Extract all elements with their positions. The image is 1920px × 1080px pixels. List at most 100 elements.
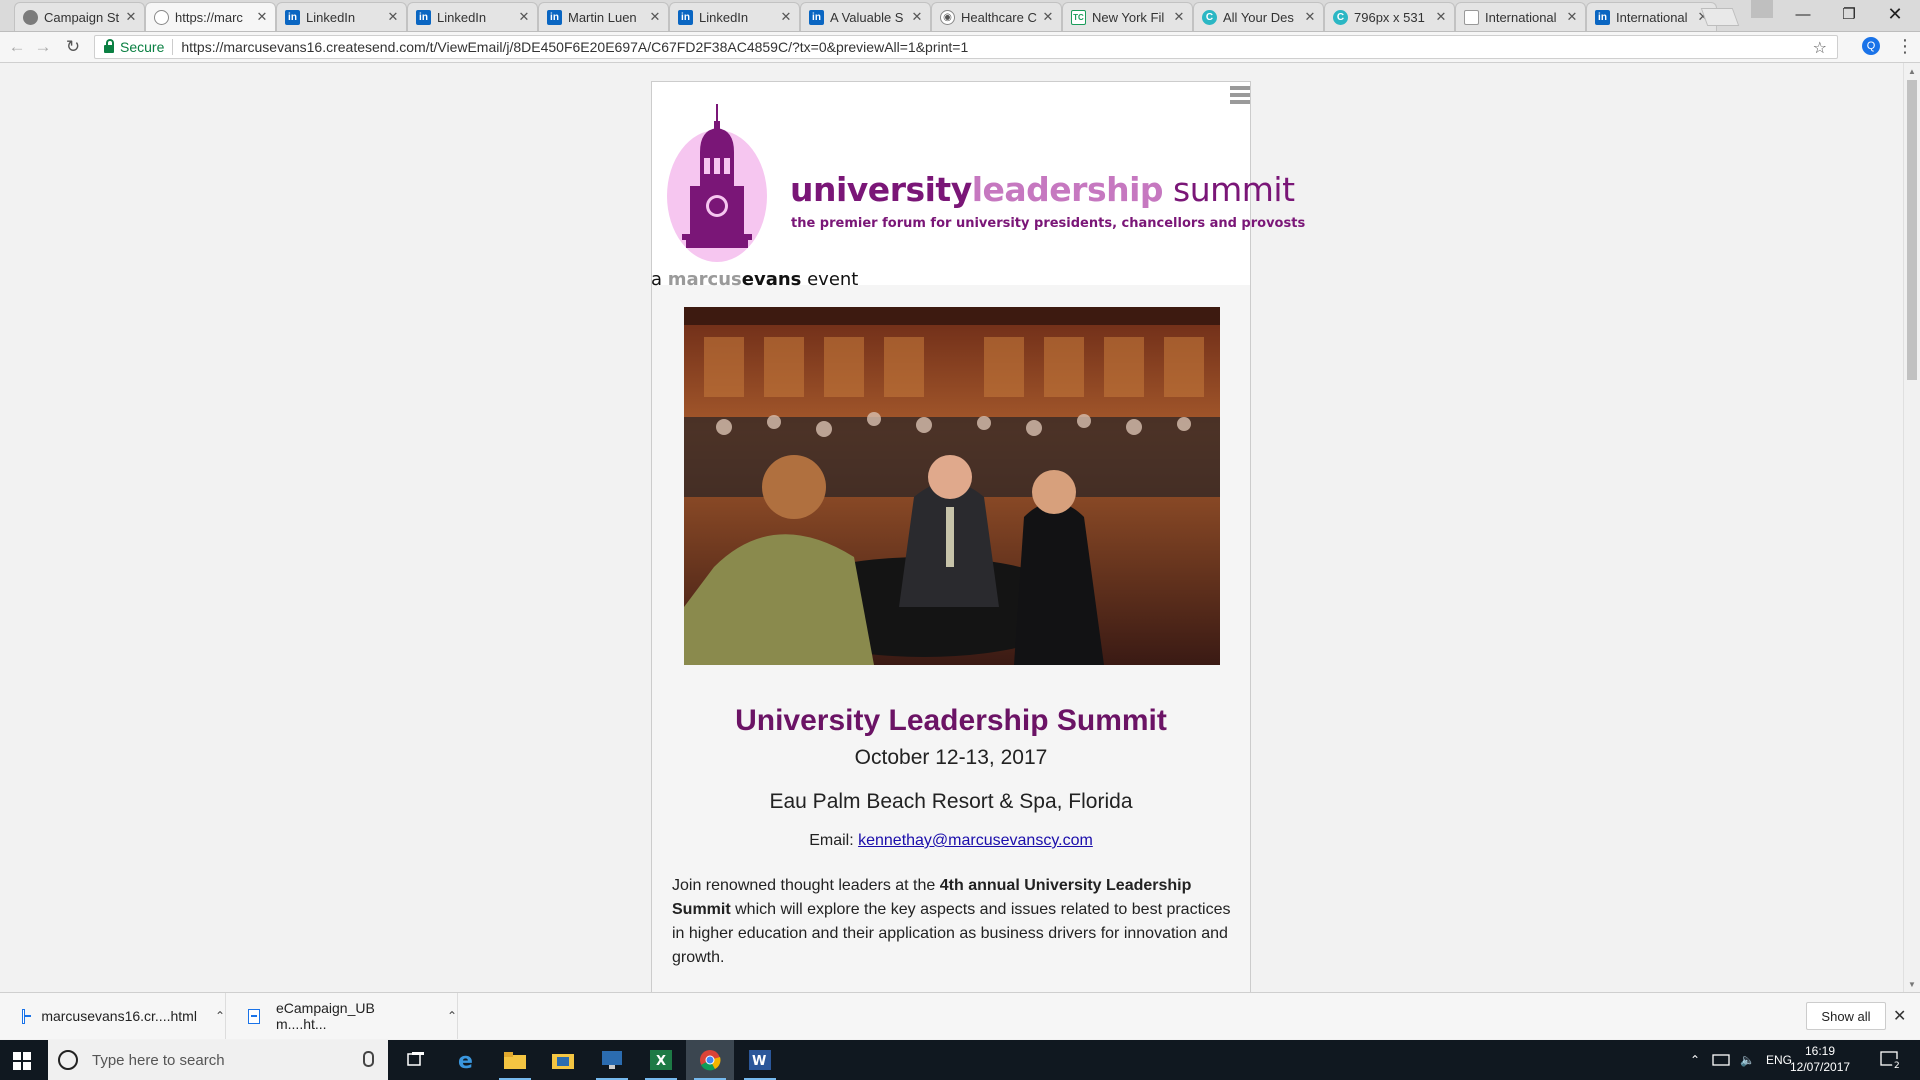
secure-label: Secure [120, 39, 165, 55]
clock-tower-logo-icon [667, 104, 767, 262]
chevron-up-icon[interactable]: ⌃ [447, 1009, 457, 1023]
browser-tab[interactable]: C All Your Des ✕ [1193, 2, 1324, 31]
windows-taskbar: Type here to search e X W ⌃ 🔈 ENG 16:19 … [0, 1040, 1920, 1080]
close-tab-icon[interactable]: ✕ [648, 9, 662, 25]
close-tab-icon[interactable]: ✕ [124, 9, 138, 25]
browser-tab[interactable]: in A Valuable S ✕ [800, 2, 931, 31]
email-preview: universityleadership summit the premier … [651, 81, 1305, 992]
url-text[interactable]: https://marcusevans16.createsend.com/t/V… [181, 39, 968, 55]
tab-label: LinkedIn [306, 9, 356, 25]
email-label: Email: [809, 832, 859, 849]
linkedin-icon: in [416, 9, 431, 25]
scroll-up-icon[interactable]: ▲ [1904, 63, 1920, 79]
download-name: marcusevans16.cr....html [41, 1008, 197, 1024]
minimize-icon[interactable]: — [1780, 0, 1826, 28]
bookmark-star-icon[interactable]: ☆ [1813, 38, 1827, 58]
tab-label: All Your Des [1223, 9, 1294, 25]
summit-tagline: the premier forum for university preside… [791, 216, 1306, 231]
tab-label: International [1616, 9, 1688, 25]
download-item[interactable]: marcusevans16.cr....html ⌃ [0, 993, 226, 1039]
edge-icon[interactable]: e [443, 1040, 491, 1080]
taskbar-search[interactable]: Type here to search [48, 1040, 388, 1080]
close-tab-icon[interactable]: ✕ [779, 9, 793, 25]
taskbar-clock[interactable]: 16:19 12/07/2017 [1790, 1043, 1850, 1075]
back-icon[interactable]: ← [6, 36, 28, 58]
close-downloads-icon[interactable]: ✕ [1893, 1006, 1906, 1026]
outlook-folder-icon[interactable] [539, 1040, 587, 1080]
organizer-line: a marcusevans event [651, 269, 858, 290]
browser-tab[interactable]: International ✕ [1455, 2, 1586, 31]
close-tab-icon[interactable]: ✕ [1303, 9, 1317, 25]
close-tab-icon[interactable]: ✕ [386, 9, 400, 25]
close-tab-icon[interactable]: ✕ [255, 9, 269, 25]
networking-photo [684, 307, 1220, 665]
new-tab-button[interactable] [1700, 8, 1740, 26]
remote-desktop-icon[interactable] [588, 1040, 636, 1080]
close-tab-icon[interactable]: ✕ [910, 9, 924, 25]
download-item[interactable]: eCampaign_UB m....ht... ⌃ [226, 993, 458, 1039]
organizer-brand-marcus: marcus [667, 269, 742, 290]
close-tab-icon[interactable]: ✕ [1172, 9, 1186, 25]
notification-count: 2 [1894, 1061, 1900, 1070]
wordmark-university: university [790, 170, 972, 209]
campaign-monitor-icon [23, 9, 38, 25]
browser-tab[interactable]: in LinkedIn ✕ [407, 2, 538, 31]
extension-icon[interactable]: Q [1862, 37, 1880, 55]
linkedin-icon: in [1595, 9, 1610, 25]
browser-tab[interactable]: https://marc ✕ [145, 2, 276, 31]
svg-text:e: e [458, 1049, 473, 1071]
address-bar[interactable]: Secure https://marcusevans16.createsend.… [94, 35, 1838, 59]
word-icon[interactable]: W [736, 1040, 784, 1080]
organizer-suffix: event [801, 269, 859, 290]
browser-tab[interactable]: in LinkedIn ✕ [276, 2, 407, 31]
close-tab-icon[interactable]: ✕ [517, 9, 531, 25]
windows-start-icon[interactable] [13, 1052, 31, 1070]
linkedin-icon: in [285, 9, 300, 25]
menu-icon[interactable] [1230, 86, 1250, 110]
action-center-icon[interactable]: 2 [1880, 1040, 1902, 1080]
maximize-icon[interactable]: ❐ [1826, 0, 1872, 28]
organizer-prefix: a [651, 269, 668, 290]
microphone-icon[interactable] [363, 1051, 374, 1067]
close-tab-icon[interactable]: ✕ [1434, 9, 1448, 25]
linkedin-icon: in [809, 9, 824, 25]
profile-icon[interactable] [1751, 0, 1773, 18]
task-view-icon[interactable] [392, 1040, 440, 1080]
browser-tab[interactable]: C 796px x 531 ✕ [1324, 2, 1455, 31]
scroll-down-icon[interactable]: ▼ [1904, 976, 1920, 992]
event-venue: Eau Palm Beach Resort & Spa, Florida [769, 790, 1133, 813]
lock-icon [104, 39, 114, 53]
input-language[interactable]: ENG [1766, 1040, 1792, 1080]
wordmark-leadership: leadership [971, 170, 1164, 209]
chrome-icon[interactable] [686, 1040, 734, 1080]
reload-icon[interactable]: ↻ [62, 36, 84, 58]
organizer-brand-evans: evans [741, 269, 802, 290]
close-tab-icon[interactable]: ✕ [1041, 9, 1055, 25]
browser-tab[interactable]: TC New York Fil ✕ [1062, 2, 1193, 31]
forward-icon[interactable]: → [32, 36, 54, 58]
volume-icon[interactable]: 🔈 [1740, 1040, 1755, 1080]
network-icon[interactable] [1712, 1040, 1730, 1080]
close-tab-icon[interactable]: ✕ [1565, 9, 1579, 25]
browser-tab[interactable]: in LinkedIn ✕ [669, 2, 800, 31]
file-explorer-icon[interactable] [491, 1040, 539, 1080]
page-scrollbar[interactable]: ▲ ▼ [1903, 63, 1920, 992]
tab-label: International [1485, 9, 1557, 25]
excel-icon[interactable]: X [637, 1040, 685, 1080]
browser-toolbar: ← → ↻ Secure https://marcusevans16.creat… [0, 32, 1920, 63]
scrollbar-thumb[interactable] [1907, 80, 1917, 380]
browser-tab[interactable]: Campaign St ✕ [14, 2, 145, 31]
tab-label: Martin Luen [568, 9, 637, 25]
email-link[interactable]: kennethay@marcusevanscy.com [858, 832, 1093, 849]
browser-tab[interactable]: inInternational✕ [1586, 2, 1717, 31]
linkedin-icon: in [547, 9, 562, 25]
browser-tab[interactable]: ◉ Healthcare C ✕ [931, 2, 1062, 31]
clock-time: 16:19 [1804, 1044, 1836, 1058]
show-hidden-icons[interactable]: ⌃ [1690, 1040, 1700, 1080]
close-window-icon[interactable]: ✕ [1872, 0, 1918, 28]
browser-tab[interactable]: in Martin Luen ✕ [538, 2, 669, 31]
tab-label: Healthcare C [961, 9, 1037, 25]
show-all-downloads-button[interactable]: Show all [1806, 1002, 1886, 1030]
chevron-up-icon[interactable]: ⌃ [215, 1009, 225, 1023]
browser-menu-icon[interactable]: ⋮ [1896, 36, 1914, 57]
